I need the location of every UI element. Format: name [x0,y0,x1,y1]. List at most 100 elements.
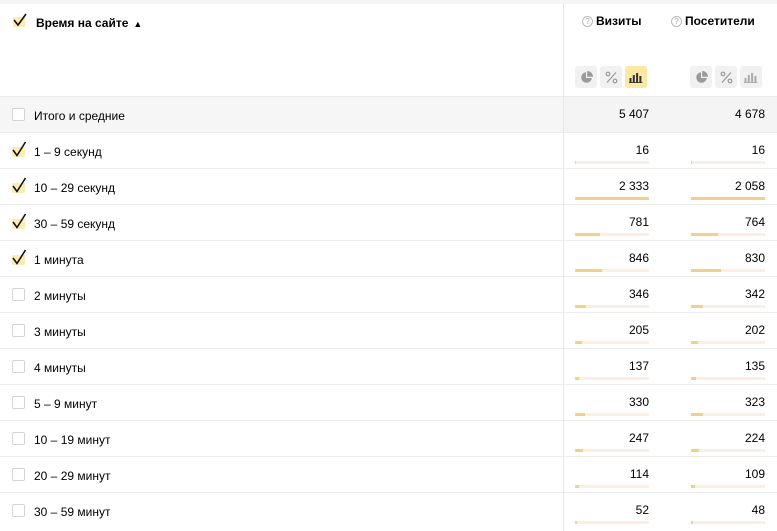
visitors-bar-track [691,377,765,380]
visitors-bar [691,161,692,164]
row-checkbox[interactable] [12,468,25,481]
row-label: 30 – 59 секунд [34,217,116,231]
visitors-bar-track [691,233,765,236]
row-checkbox[interactable] [12,360,25,373]
column-divider [563,4,564,531]
visitors-value: 109 [744,467,765,481]
sort-ascending-icon[interactable]: ▲ [133,19,142,29]
bars-view-button[interactable] [740,66,762,88]
help-icon[interactable]: ? [582,15,593,27]
visitors-bar [691,269,721,272]
visits-bar-track [575,521,649,524]
visitors-value: 224 [744,431,765,445]
row-checkbox[interactable] [12,288,25,301]
visitors-bar [691,485,695,488]
visits-bar-track [575,341,649,344]
table-row[interactable]: 10 – 19 минут 247 224 [0,420,777,456]
table-row[interactable]: 3 минуты 205 202 [0,312,777,348]
visits-value: 330 [628,395,649,409]
pie-chart-icon [695,70,708,83]
row-checkbox[interactable] [12,324,25,337]
visitors-bar-track [691,269,765,272]
table-row[interactable]: 10 – 29 секунд 2 333 2 058 [0,168,777,204]
visitors-bar-track [691,449,765,452]
visits-bar [575,521,577,524]
row-label: 2 минуты [34,289,86,303]
visits-bar [575,269,602,272]
visitors-bar-track [691,305,765,308]
row-checkbox[interactable] [12,177,27,193]
row-label: 1 – 9 секунд [34,145,102,159]
pie-view-button[interactable] [690,66,712,88]
bars-view-button[interactable] [625,66,647,88]
table-header: Время на сайте ▲ ? Визиты ? Посетители [0,4,777,95]
visits-bar [575,341,582,344]
visits-bar-track [575,377,649,380]
visits-header-label: Визиты [596,14,642,28]
row-checkbox[interactable] [12,141,27,157]
help-icon[interactable]: ? [671,15,682,27]
visits-bar [575,197,649,200]
pie-chart-icon [580,70,593,83]
select-all-checkbox[interactable] [12,13,27,27]
row-checkbox[interactable] [12,249,27,265]
check-icon [12,177,27,193]
row-label: 4 минуты [34,361,86,375]
visitors-bar-track [691,413,765,416]
visits-bar-track [575,305,649,308]
table-row[interactable]: 4 минуты 137 135 [0,348,777,384]
visitors-value: 16 [751,143,765,157]
row-checkbox[interactable] [12,213,27,229]
visitors-bar-track [691,341,765,344]
row-label: 20 – 29 минут [34,469,111,483]
visits-bar [575,161,576,164]
visitors-value: 764 [744,215,765,229]
bar-chart-icon [744,73,758,83]
table-row[interactable]: 20 – 29 минут 114 109 [0,456,777,492]
report-table: Время на сайте ▲ ? Визиты ? Посетители И… [0,0,777,531]
visitors-bar-track [691,485,765,488]
table-row[interactable]: 5 – 9 минут 330 323 [0,384,777,420]
row-label: 10 – 19 минут [34,433,111,447]
table-row[interactable]: 30 – 59 секунд 781 764 [0,204,777,240]
row-checkbox[interactable] [12,396,25,409]
percent-view-button[interactable] [715,66,737,88]
visits-value: 247 [628,431,649,445]
visits-column-header[interactable]: ? Визиты [582,14,642,28]
table-row[interactable]: 2 минуты 346 342 [0,276,777,312]
visits-bar [575,305,586,308]
visits-value: 2 333 [618,179,649,193]
dimension-title: Время на сайте [36,16,129,30]
percent-view-button[interactable] [600,66,622,88]
visits-value: 52 [635,503,649,517]
row-checkbox[interactable] [12,108,25,121]
pie-view-button[interactable] [575,66,597,88]
visitors-bar [691,413,703,416]
row-checkbox[interactable] [12,504,25,517]
table-row[interactable]: 30 – 59 минут 52 48 [0,492,777,528]
visits-value: 16 [635,143,649,157]
visitors-column-header[interactable]: ? Посетители [671,14,755,28]
visitors-value: 323 [744,395,765,409]
row-label: 5 – 9 минут [34,397,98,411]
visitors-value: 342 [744,287,765,301]
bar-chart-icon [629,73,643,83]
table-row[interactable]: 1 – 9 секунд 16 16 [0,132,777,168]
visits-bar [575,413,585,416]
visits-bar-track [575,449,649,452]
check-icon [12,213,27,229]
visits-bar-track [575,413,649,416]
visits-bar-track [575,197,649,200]
totals-row[interactable]: Итого и средние 5 407 4 678 [0,96,777,132]
row-label: 1 минута [34,253,84,267]
visits-bar-track [575,233,649,236]
visits-value: 781 [628,215,649,229]
percent-icon [605,71,617,83]
check-icon [12,249,27,265]
table-row[interactable]: 1 минута 846 830 [0,240,777,276]
visitors-value: 830 [744,251,765,265]
visits-value: 5 407 [618,107,649,121]
dimension-column-header[interactable]: Время на сайте ▲ [36,16,142,30]
check-icon [12,141,27,157]
row-checkbox[interactable] [12,432,25,445]
